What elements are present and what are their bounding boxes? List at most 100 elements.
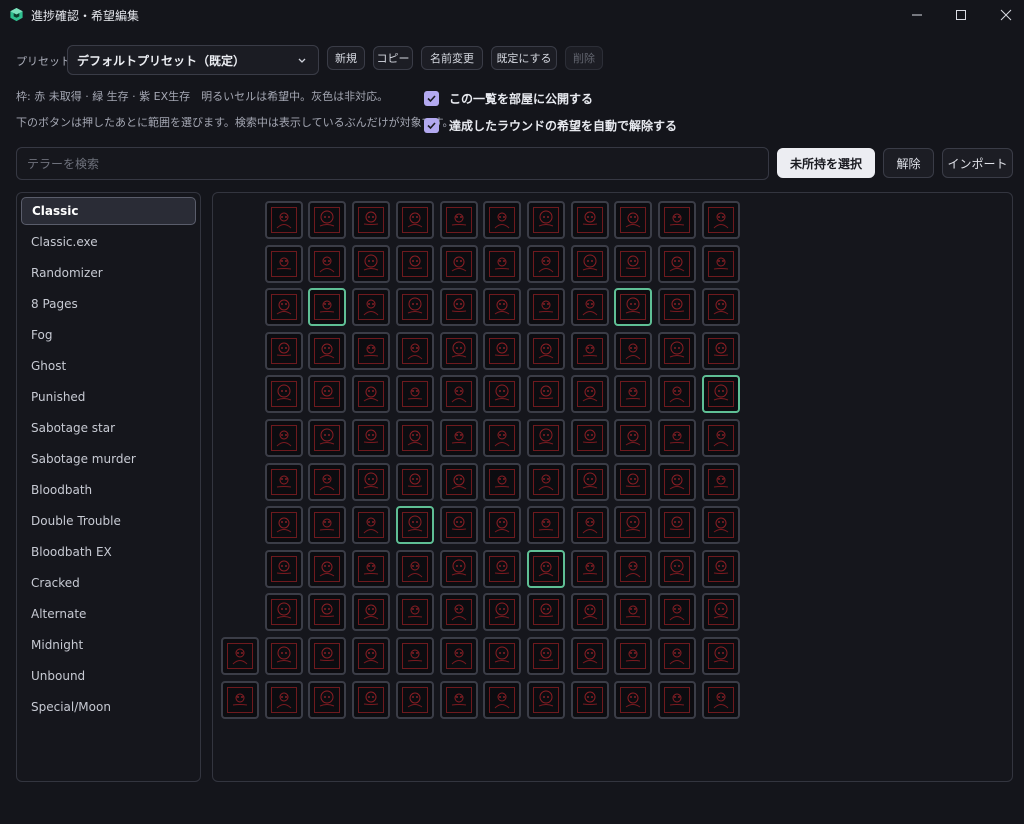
terror-cell[interactable] — [440, 637, 478, 675]
terror-cell[interactable] — [527, 201, 565, 239]
close-button[interactable] — [983, 0, 1024, 30]
sidebar-item[interactable]: 8 Pages — [21, 290, 196, 318]
terror-cell[interactable] — [571, 681, 609, 719]
terror-cell[interactable] — [571, 375, 609, 413]
terror-cell[interactable] — [658, 375, 696, 413]
terror-cell[interactable] — [658, 593, 696, 631]
publish-checkbox[interactable]: この一覧を部屋に公開する — [424, 90, 593, 107]
terror-cell[interactable] — [396, 375, 434, 413]
terror-cell[interactable] — [571, 637, 609, 675]
terror-cell[interactable] — [571, 550, 609, 588]
import-button[interactable]: インポート — [942, 148, 1013, 178]
terror-cell[interactable] — [571, 332, 609, 370]
terror-cell[interactable] — [221, 637, 259, 675]
terror-cell[interactable] — [527, 332, 565, 370]
terror-cell[interactable] — [658, 201, 696, 239]
terror-cell[interactable] — [658, 332, 696, 370]
terror-cell[interactable] — [396, 637, 434, 675]
terror-cell[interactable] — [440, 463, 478, 501]
terror-cell[interactable] — [571, 419, 609, 457]
terror-cell[interactable] — [308, 288, 346, 326]
terror-cell[interactable] — [352, 550, 390, 588]
terror-cell[interactable] — [483, 550, 521, 588]
terror-cell[interactable] — [571, 593, 609, 631]
terror-cell[interactable] — [702, 375, 740, 413]
terror-cell[interactable] — [483, 375, 521, 413]
sidebar-item[interactable]: Classic.exe — [21, 228, 196, 256]
terror-cell[interactable] — [265, 593, 303, 631]
terror-cell[interactable] — [527, 245, 565, 283]
terror-cell[interactable] — [527, 463, 565, 501]
terror-cell[interactable] — [483, 593, 521, 631]
terror-cell[interactable] — [352, 637, 390, 675]
terror-cell[interactable] — [658, 288, 696, 326]
terror-cell[interactable] — [308, 463, 346, 501]
terror-cell[interactable] — [308, 419, 346, 457]
minimize-button[interactable] — [894, 0, 940, 30]
sidebar-item[interactable]: Classic — [21, 197, 196, 225]
terror-cell[interactable] — [396, 593, 434, 631]
terror-cell[interactable] — [396, 681, 434, 719]
terror-cell[interactable] — [702, 288, 740, 326]
sidebar-item[interactable]: Sabotage star — [21, 414, 196, 442]
terror-cell[interactable] — [396, 419, 434, 457]
new-preset-button[interactable]: 新規 — [327, 46, 365, 70]
terror-cell[interactable] — [352, 463, 390, 501]
terror-cell[interactable] — [702, 550, 740, 588]
terror-cell[interactable] — [352, 201, 390, 239]
terror-cell[interactable] — [352, 332, 390, 370]
terror-cell[interactable] — [571, 506, 609, 544]
sidebar-item[interactable]: Midnight — [21, 631, 196, 659]
terror-cell[interactable] — [483, 332, 521, 370]
sidebar-item[interactable]: Sabotage murder — [21, 445, 196, 473]
terror-cell[interactable] — [308, 245, 346, 283]
terror-cell[interactable] — [440, 288, 478, 326]
terror-cell[interactable] — [440, 201, 478, 239]
terror-cell[interactable] — [702, 593, 740, 631]
terror-cell[interactable] — [614, 550, 652, 588]
sidebar-item[interactable]: Randomizer — [21, 259, 196, 287]
terror-cell[interactable] — [614, 375, 652, 413]
terror-cell[interactable] — [440, 550, 478, 588]
terror-cell[interactable] — [265, 419, 303, 457]
terror-cell[interactable] — [396, 463, 434, 501]
terror-cell[interactable] — [352, 506, 390, 544]
terror-cell[interactable] — [614, 288, 652, 326]
sidebar-item[interactable]: Cracked — [21, 569, 196, 597]
terror-cell[interactable] — [702, 419, 740, 457]
terror-cell[interactable] — [265, 463, 303, 501]
terror-cell[interactable] — [265, 245, 303, 283]
terror-cell[interactable] — [571, 201, 609, 239]
sidebar-item[interactable]: Alternate — [21, 600, 196, 628]
terror-cell[interactable] — [308, 506, 346, 544]
terror-cell[interactable] — [614, 463, 652, 501]
terror-cell[interactable] — [352, 419, 390, 457]
terror-cell[interactable] — [352, 375, 390, 413]
terror-cell[interactable] — [308, 681, 346, 719]
terror-cell[interactable] — [440, 332, 478, 370]
terror-cell[interactable] — [702, 201, 740, 239]
terror-cell[interactable] — [614, 245, 652, 283]
terror-cell[interactable] — [308, 375, 346, 413]
terror-cell[interactable] — [396, 506, 434, 544]
terror-cell[interactable] — [527, 593, 565, 631]
terror-cell[interactable] — [658, 419, 696, 457]
terror-cell[interactable] — [265, 637, 303, 675]
terror-cell[interactable] — [571, 463, 609, 501]
select-unowned-button[interactable]: 未所持を選択 — [777, 148, 875, 178]
delete-preset-button[interactable]: 削除 — [565, 46, 603, 70]
sidebar-item[interactable]: Fog — [21, 321, 196, 349]
terror-cell[interactable] — [483, 419, 521, 457]
terror-cell[interactable] — [221, 681, 259, 719]
sidebar-item[interactable]: Double Trouble — [21, 507, 196, 535]
terror-cell[interactable] — [352, 681, 390, 719]
terror-search-input[interactable] — [16, 147, 769, 180]
terror-cell[interactable] — [527, 419, 565, 457]
terror-cell[interactable] — [396, 245, 434, 283]
terror-cell[interactable] — [483, 201, 521, 239]
terror-cell[interactable] — [265, 375, 303, 413]
terror-cell[interactable] — [614, 506, 652, 544]
terror-cell[interactable] — [352, 245, 390, 283]
terror-cell[interactable] — [658, 681, 696, 719]
terror-cell[interactable] — [483, 288, 521, 326]
